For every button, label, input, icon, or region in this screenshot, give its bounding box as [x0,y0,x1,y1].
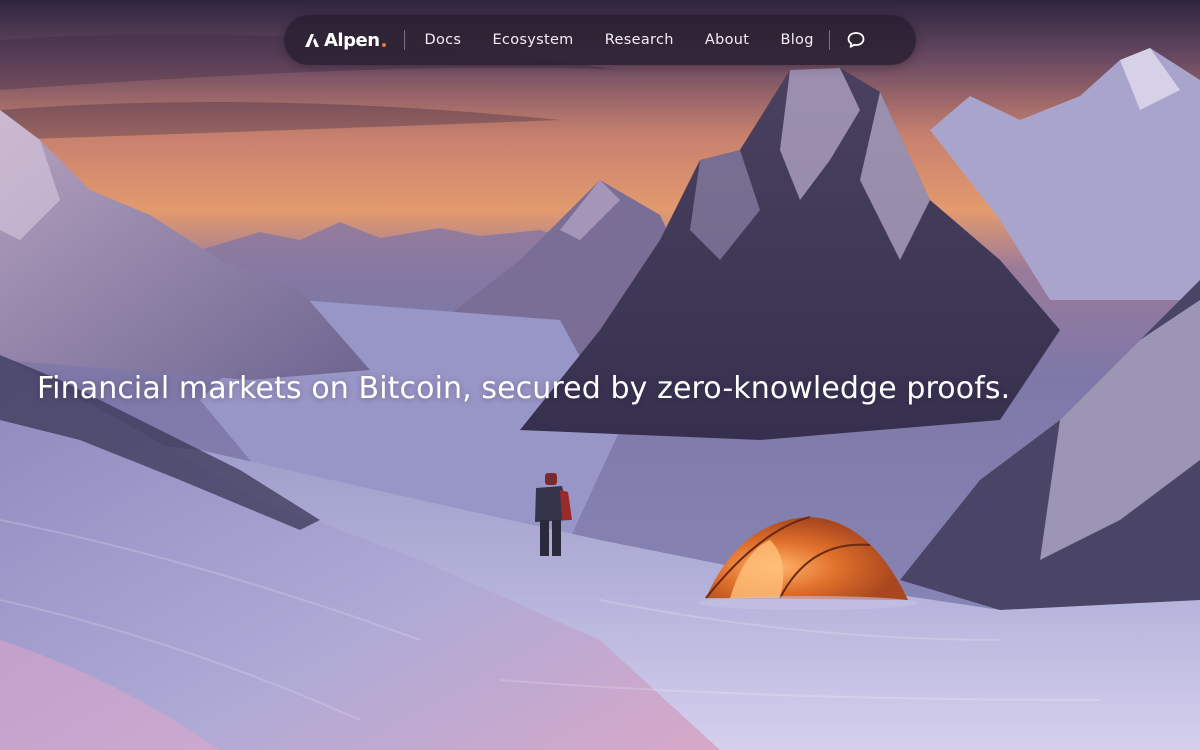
alpen-logo[interactable]: Alpen [304,30,386,51]
nav-link-about[interactable]: About [689,32,765,48]
chat-bubble-icon [847,32,865,48]
nav-link-ecosystem[interactable]: Ecosystem [477,32,589,48]
nav-divider [403,30,405,50]
chat-button[interactable] [836,20,876,60]
nav-links: Docs Ecosystem Research About Blog [411,32,830,48]
alpen-logo-icon [305,34,319,47]
hero-section: Alpen Docs Ecosystem Research About Blog… [0,0,1200,750]
logo-accent-dot [381,43,386,47]
main-navigation: Alpen Docs Ecosystem Research About Blog [284,15,916,65]
nav-link-blog[interactable]: Blog [765,32,829,48]
nav-link-docs[interactable]: Docs [411,32,477,48]
logo-text: Alpen [324,29,380,51]
nav-divider-right [829,30,831,50]
hero-headline: Financial markets on Bitcoin, secured by… [37,371,1011,406]
nav-link-research[interactable]: Research [589,32,689,48]
